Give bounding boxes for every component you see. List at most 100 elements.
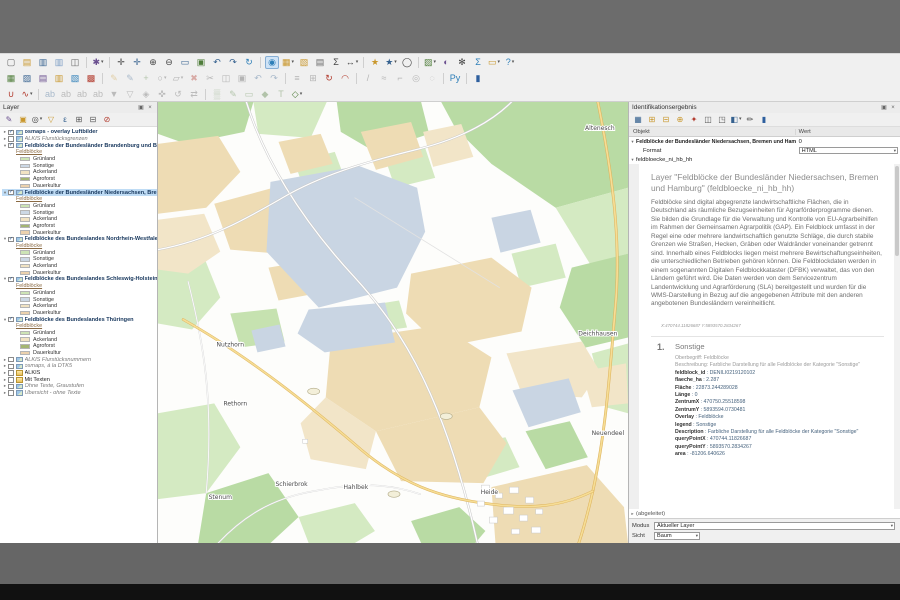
zoom-out-icon[interactable]: ⊖ [162, 56, 176, 69]
layer-styling-icon[interactable]: ◐ [439, 56, 453, 69]
add-group-icon[interactable]: ▣ [17, 114, 29, 125]
snapping-options-icon[interactable]: ∪ [4, 88, 18, 101]
statistics-summary-icon[interactable]: Σ [471, 56, 485, 69]
zoom-to-layer-icon[interactable]: ▣ [194, 56, 208, 69]
add-delimited-text-layer-icon[interactable]: ▥ [52, 72, 66, 85]
processing-toolbox-icon[interactable]: ✻ [455, 56, 469, 69]
layer-tree-item[interactable]: ▸osmaps - overlay Luftbilder [2, 129, 157, 136]
modus-select[interactable]: Aktueller Layer ▾ [654, 522, 895, 530]
select-features-icon[interactable]: ▦▾ [281, 56, 295, 69]
paste-features-icon[interactable]: ▣ [235, 72, 249, 85]
move-feature-icon[interactable]: ✜ [155, 88, 169, 101]
expander-icon[interactable]: ▸ [629, 511, 636, 517]
filter-legend-icon[interactable]: ▽ [45, 114, 57, 125]
reshape-features-icon[interactable]: ≈ [377, 72, 391, 85]
split-features-icon[interactable]: / [361, 72, 375, 85]
new-print-layout-icon[interactable]: ◫ [68, 56, 82, 69]
layer-checkbox[interactable] [8, 357, 14, 363]
expander-icon[interactable]: ▾ [629, 139, 636, 145]
add-feature-icon[interactable]: + [139, 72, 153, 85]
field-calculator-icon[interactable]: Σ [329, 56, 343, 69]
vertex-tool-icon[interactable]: ▱▾ [171, 72, 185, 85]
format-row[interactable]: Format HTML ▾ [629, 146, 900, 155]
redo-icon[interactable]: ↷ [267, 72, 281, 85]
add-wms-layer-icon[interactable]: ▧ [68, 72, 82, 85]
layer-checkbox[interactable] [8, 136, 14, 142]
toggle-editing-icon[interactable]: ✎ [107, 72, 121, 85]
layer-tree[interactable]: ▸osmaps - overlay Luftbilder▸ALKIS Flurs… [0, 127, 157, 543]
annotations-icon[interactable]: ✎ [226, 88, 240, 101]
save-project-icon[interactable]: ▥ [36, 56, 50, 69]
label-toolbar-labeling-icon[interactable]: ab [43, 88, 57, 101]
manage-map-themes-icon[interactable]: ◎▾ [31, 114, 43, 125]
layer-checkbox[interactable] [8, 364, 14, 370]
help-icon[interactable]: ?▾ [503, 56, 517, 69]
layer-tree-item[interactable]: ▸ALKIS [2, 370, 157, 377]
close-panel-icon[interactable]: × [146, 104, 154, 112]
refresh-map-icon[interactable]: ↻ [242, 56, 256, 69]
zoom-full-icon[interactable]: ▭ [178, 56, 192, 69]
collapse-tree-icon[interactable]: ⊟ [660, 114, 672, 125]
data-source-manager-icon[interactable]: ▨▾ [423, 56, 437, 69]
temporal-controller-icon[interactable]: ◯ [400, 56, 414, 69]
add-mesh-layer-icon[interactable]: ▤ [36, 72, 50, 85]
delete-selected-icon[interactable]: ✖ [187, 72, 201, 85]
zoom-in-icon[interactable]: ⊕ [146, 56, 160, 69]
merge-features-icon[interactable]: ⊞ [306, 72, 320, 85]
open-project-icon[interactable]: ▤ [20, 56, 34, 69]
layer-checkbox[interactable] [8, 317, 14, 323]
copy-feature-icon[interactable]: ◫ [702, 114, 714, 125]
layer-tree-item[interactable]: ▸osmaps, á la DTK5 [2, 363, 157, 370]
save-project-as-icon[interactable]: ▥ [52, 56, 66, 69]
print-response-icon[interactable]: ◳ [716, 114, 728, 125]
expand-new-results-icon[interactable]: ⊕ [674, 114, 686, 125]
expand-all-icon[interactable]: ⊞ [73, 114, 85, 125]
float-panel-icon[interactable]: ▣ [137, 104, 145, 112]
identify-form-view-icon[interactable]: ▦ [632, 114, 644, 125]
form-annotation-icon[interactable]: ▭ [242, 88, 256, 101]
new-bookmark-icon[interactable]: ★ [368, 56, 382, 69]
layer-checkbox[interactable] [8, 130, 14, 136]
layer-tree-item[interactable]: ▸ALKIS Flurstücksnummern [2, 356, 157, 363]
add-raster-layer-icon[interactable]: ▨ [20, 72, 34, 85]
identify-settings-icon[interactable]: ✏ [744, 114, 756, 125]
new-project-icon[interactable]: ▢ [4, 56, 18, 69]
sicht-select[interactable]: Baum ▾ [654, 532, 700, 540]
format-select[interactable]: HTML ▾ [799, 147, 898, 155]
identify-features-icon[interactable]: ◉ [265, 56, 279, 69]
expand-tree-icon[interactable]: ⊞ [646, 114, 658, 125]
offset-curve-icon[interactable]: ◠ [338, 72, 352, 85]
layer-checkbox[interactable] [8, 190, 14, 196]
add-vector-layer-icon[interactable]: ▦ [4, 72, 18, 85]
filter-by-expression-icon[interactable]: ε [59, 114, 71, 125]
vertical-scrollbar[interactable] [894, 164, 900, 509]
html-annotation-icon[interactable]: ◇▾ [290, 88, 304, 101]
expander-icon[interactable]: ▾ [629, 157, 636, 163]
layer-checkbox[interactable] [8, 277, 14, 283]
pin-labels-icon[interactable]: ▼ [107, 88, 121, 101]
layer-checkbox[interactable] [8, 377, 14, 383]
map-canvas[interactable]: AlteneschDeichhausenNutzhornRethornNeuen… [158, 102, 628, 543]
layer-checkbox[interactable] [8, 384, 14, 390]
message-log-icon[interactable]: ▭▾ [487, 56, 501, 69]
rotate-point-symbols-icon[interactable]: ↺ [171, 88, 185, 101]
layer-tree-item[interactable]: ▸Übersicht - ohne Texte [2, 390, 157, 397]
highlight-pinned-labels-icon[interactable]: ▽ [123, 88, 137, 101]
fill-ring-icon[interactable]: ◎ [409, 72, 423, 85]
text-annotation-icon[interactable]: T [274, 88, 288, 101]
rotate-feature-icon[interactable]: ↻ [322, 72, 336, 85]
collapse-all-icon[interactable]: ⊟ [87, 114, 99, 125]
layer-tree-item[interactable]: ▾Feldblöcke des Bundeslandes Thüringen [2, 316, 157, 323]
change-label-icon[interactable]: ab [91, 88, 105, 101]
derived-row[interactable]: ▸ (abgeleitet) [629, 509, 900, 518]
zoom-next-icon[interactable]: ↷ [226, 56, 240, 69]
layer-tree-item[interactable]: ▸ALKIS Flurstücksgrenzen [2, 136, 157, 143]
offset-point-symbols-icon[interactable]: ⇄ [187, 88, 201, 101]
style-manager-icon[interactable]: ✱▾ [91, 56, 105, 69]
zoom-last-icon[interactable]: ↶ [210, 56, 224, 69]
open-attribute-table-icon[interactable]: ▤ [313, 56, 327, 69]
enable-tracing-icon[interactable]: ∿▾ [20, 88, 34, 101]
add-wfs-layer-icon[interactable]: ▩ [84, 72, 98, 85]
layer-checkbox[interactable] [8, 390, 14, 396]
help-contents-icon[interactable]: ▮ [471, 72, 485, 85]
